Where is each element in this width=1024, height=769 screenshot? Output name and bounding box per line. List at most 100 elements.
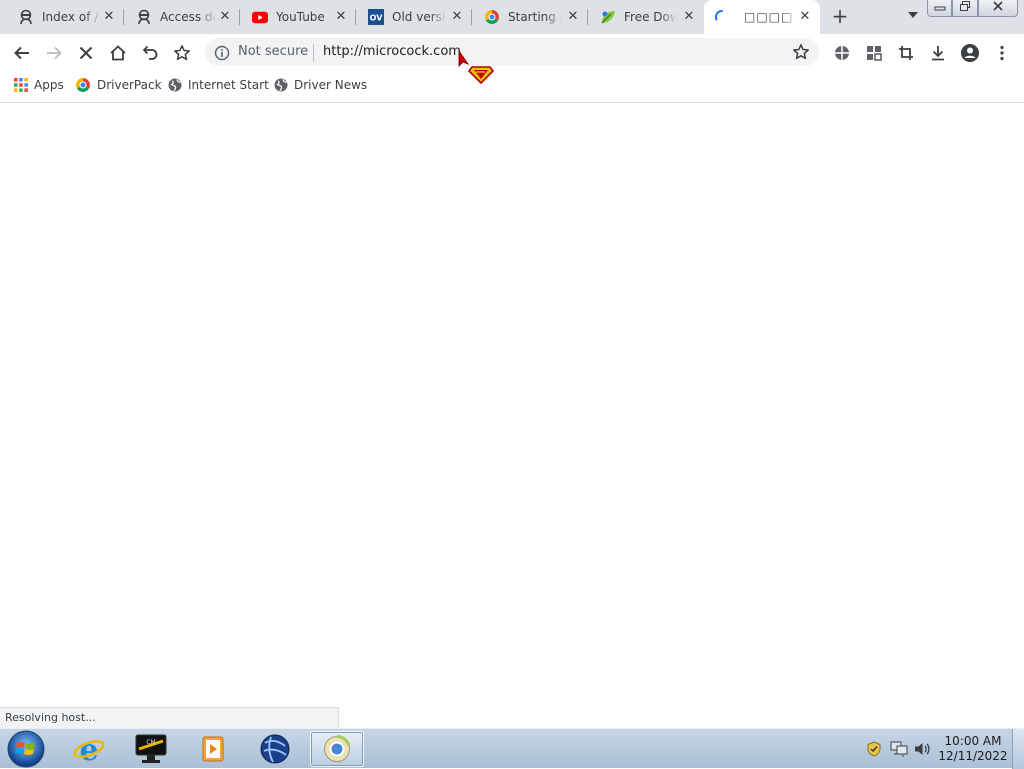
stop-x-icon [79, 46, 93, 60]
bookmark-label: Apps [34, 78, 64, 92]
tab-strip: Index of / ✕ Access denied ✕ YouTube ✕ O… [0, 0, 1024, 34]
taskbar: e CM 10:00 AM 12/11/2022 [0, 728, 1024, 769]
download-icon [932, 46, 944, 61]
bookmarks-bar: Apps DriverPack Internet Start Driver Ne… [0, 71, 1024, 103]
minimize-button[interactable] [927, 0, 953, 17]
stop-loading-button[interactable] [75, 42, 97, 64]
bookmark-driver-news[interactable]: Driver News [274, 77, 367, 93]
tab-starting-page[interactable]: Starting page ✕ [472, 0, 588, 34]
internet-explorer-icon: e [73, 733, 105, 765]
tab-title: Index of / [42, 10, 99, 24]
security-label[interactable]: Not secure [238, 44, 308, 59]
close-tab-icon[interactable]: ✕ [334, 10, 348, 24]
svg-text:CM: CM [146, 739, 155, 746]
window-controls [927, 0, 1019, 18]
proxy-icon [136, 9, 152, 25]
apps-tiles-icon [867, 46, 882, 61]
screenshot-button[interactable] [895, 42, 917, 64]
bookmark-apps[interactable]: Apps [14, 77, 64, 93]
svg-text:e: e [79, 733, 98, 765]
taskbar-media-player[interactable] [186, 731, 240, 767]
page-content[interactable] [0, 103, 1024, 728]
profile-button[interactable] [959, 42, 981, 64]
oldversion-icon: OV [368, 9, 384, 25]
close-tab-icon[interactable]: ✕ [102, 10, 116, 24]
tab-active-loading[interactable]: □□□□ □□ ✕ [704, 0, 820, 34]
tab-access-denied[interactable]: Access denied ✕ [124, 0, 240, 34]
tab-title: Old version [392, 10, 446, 24]
bookmark-label: Internet Start [188, 78, 269, 92]
apps-grid-icon [14, 78, 28, 92]
crop-icon [899, 46, 913, 60]
bookmark-page-star-icon[interactable] [792, 43, 810, 64]
svg-text:OV: OV [370, 14, 384, 23]
show-desktop-button[interactable] [1012, 729, 1024, 769]
close-tab-icon[interactable]: ✕ [218, 10, 232, 24]
vpn-globe-icon [260, 734, 290, 764]
close-tab-icon[interactable]: ✕ [566, 10, 580, 24]
omnibox-divider [313, 44, 314, 62]
info-icon[interactable] [214, 45, 230, 64]
taskbar-vpn-globe[interactable] [248, 731, 302, 767]
tab-old-version[interactable]: OV Old version ✕ [356, 0, 472, 34]
globe-icon [274, 78, 288, 92]
bookmark-driverpack[interactable]: DriverPack [75, 77, 162, 93]
taskbar-internet-explorer[interactable]: e [62, 731, 116, 767]
leaf-icon [600, 9, 616, 25]
url-text[interactable]: http://microcock.com [323, 44, 461, 59]
tab-title: Access denied [160, 10, 216, 24]
kebab-menu-icon [1000, 45, 1004, 61]
tab-title: □□□□ □□ [744, 10, 800, 24]
bookmark-internet-start[interactable]: Internet Start [168, 77, 269, 93]
loading-spinner-icon [714, 9, 730, 25]
youtube-icon [252, 9, 268, 25]
forward-button[interactable] [43, 42, 65, 64]
bookmark-label: Driver News [294, 78, 368, 92]
close-window-button[interactable] [977, 0, 1019, 17]
new-tab-button[interactable]: + [830, 6, 850, 26]
home-button[interactable] [107, 42, 129, 64]
tab-index-of[interactable]: Index of / ✕ [0, 0, 124, 34]
system-clock[interactable]: 10:00 AM 12/11/2022 [938, 734, 1008, 764]
tab-title: Free Download [624, 10, 676, 24]
bookmark-star-button[interactable] [171, 42, 193, 64]
extension-button-2[interactable] [863, 42, 885, 64]
downloads-button[interactable] [927, 42, 949, 64]
close-tab-icon[interactable]: ✕ [798, 10, 812, 24]
close-tab-icon[interactable]: ✕ [682, 10, 696, 24]
restore-button[interactable] [952, 0, 978, 17]
bookmark-label: DriverPack [97, 78, 162, 92]
tab-search-dropdown-icon[interactable] [908, 12, 918, 18]
tray-volume-icon[interactable] [913, 741, 931, 760]
pc-monitor-icon: CM [135, 734, 167, 763]
tab-youtube[interactable]: YouTube ✕ [240, 0, 356, 34]
undo-close-button[interactable] [139, 42, 161, 64]
chromium-browser-icon [324, 735, 351, 762]
taskbar-pc-monitor[interactable]: CM [124, 731, 178, 767]
media-player-icon [202, 736, 224, 762]
tab-free-download[interactable]: Free Download ✕ [588, 0, 704, 34]
clock-date: 12/11/2022 [938, 749, 1008, 763]
account-circle-icon [961, 44, 979, 62]
undo-icon [142, 45, 158, 60]
star-outline-icon [174, 45, 190, 61]
superman-cursor-icon [458, 49, 495, 89]
home-icon [110, 45, 126, 61]
back-button[interactable] [11, 42, 33, 64]
tab-title: Starting page [508, 10, 562, 24]
forward-arrow-icon [47, 46, 62, 60]
clock-time: 10:00 AM [944, 734, 1002, 748]
status-bubble: Resolving host... [0, 707, 339, 728]
driverpack-icon [75, 77, 91, 93]
globe-grid-icon [835, 46, 849, 60]
chrome-ball-icon [484, 9, 500, 25]
extension-button-1[interactable] [831, 42, 853, 64]
taskbar-chromium-browser[interactable] [310, 731, 364, 767]
tray-network-icon[interactable] [890, 741, 908, 760]
tray-security-icon[interactable] [866, 741, 882, 760]
back-arrow-icon [14, 46, 29, 60]
close-tab-icon[interactable]: ✕ [450, 10, 464, 24]
proxy-icon [18, 9, 34, 25]
start-button[interactable] [6, 730, 46, 768]
menu-button[interactable] [991, 42, 1013, 64]
